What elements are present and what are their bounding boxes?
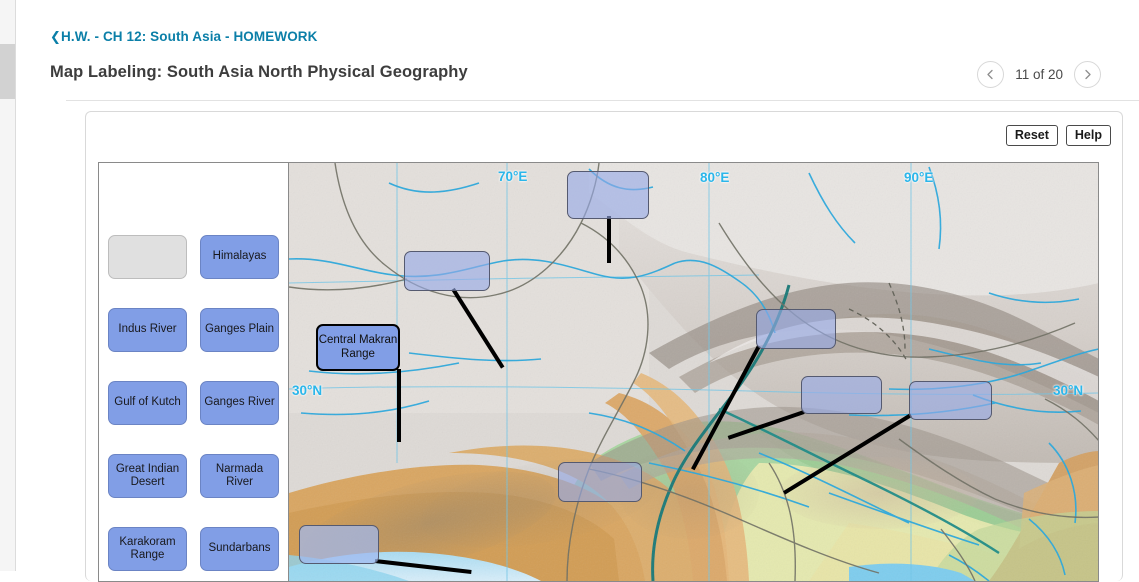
help-button[interactable]: Help — [1065, 125, 1111, 146]
label-bank-row: Gulf of Kutch Ganges River — [108, 381, 280, 425]
graticule-label: 30°N — [292, 383, 323, 398]
header-divider — [66, 100, 1139, 101]
page-title: Map Labeling: South Asia North Physical … — [50, 63, 468, 81]
leader-line — [607, 216, 611, 263]
label-bank-grid: Himalayas Indus River Ganges Plain Gulf of … — [108, 235, 280, 581]
panel-toolbar: Reset Help — [1005, 125, 1111, 146]
activity-panel: Reset Help Himalayas Indus River Ganges Pl… — [85, 111, 1123, 582]
map-image[interactable] — [289, 163, 1098, 581]
pagination: 11 of 20 — [977, 61, 1101, 88]
page-header: ❮H.W. - CH 12: South Asia - HOMEWORK Map… — [16, 0, 1139, 101]
placed-label-central-makran-range[interactable]: Central Makran Range — [316, 324, 400, 371]
label-tile-ganges-plain[interactable]: Ganges Plain — [200, 308, 279, 352]
label-tile-great-indian-desert[interactable]: Great Indian Desert — [108, 454, 187, 498]
target-karakoram[interactable] — [567, 171, 649, 219]
leader-line — [397, 369, 401, 442]
map-labeling-stage: Himalayas Indus River Ganges Plain Gulf of … — [98, 162, 1099, 582]
label-bank-row: Himalayas — [108, 235, 280, 279]
label-tile-sundarbans[interactable]: Sundarbans — [200, 527, 279, 571]
label-bank-row: Indus River Ganges Plain — [108, 308, 280, 352]
target-ganges-plain[interactable] — [801, 376, 882, 414]
label-tile-karakoram-range[interactable]: Karakoram Range — [108, 527, 187, 571]
label-tile-narmada-river[interactable]: Narmada River — [200, 454, 279, 498]
app-root: ❮H.W. - CH 12: South Asia - HOMEWORK Map… — [0, 0, 1139, 582]
graticule-label: 70°E — [498, 169, 528, 184]
target-gulf-of-kutch[interactable] — [299, 525, 379, 564]
target-ganges-river[interactable] — [909, 381, 992, 420]
label-tile-gulf-of-kutch[interactable]: Gulf of Kutch — [108, 381, 187, 425]
breadcrumb-label: H.W. - CH 12: South Asia - HOMEWORK — [61, 29, 318, 44]
graticule-label: 90°E — [904, 170, 934, 185]
next-page-button[interactable] — [1074, 61, 1101, 88]
label-bank-row: Great Indian Desert Narmada River — [108, 454, 280, 498]
graticule-label: 30°N — [1053, 383, 1084, 398]
target-great-indian-desert[interactable] — [558, 462, 642, 502]
target-hindukush[interactable] — [404, 251, 490, 291]
graticule-label: 80°E — [700, 170, 730, 185]
physical-map-graphic — [289, 163, 1098, 581]
reset-button[interactable]: Reset — [1005, 125, 1058, 146]
label-tile-himalayas[interactable]: Himalayas — [200, 235, 279, 279]
label-tile-indus-river[interactable]: Indus River — [108, 308, 187, 352]
page-scrollbar[interactable] — [0, 0, 16, 571]
label-bank-row: Karakoram Range Sundarbans — [108, 527, 280, 571]
chevron-left-icon — [987, 69, 993, 80]
label-tile-ganges-river[interactable]: Ganges River — [200, 381, 279, 425]
label-bank: Himalayas Indus River Ganges Plain Gulf of … — [99, 163, 289, 581]
back-chevron-icon: ❮ — [50, 29, 61, 44]
prev-page-button[interactable] — [977, 61, 1005, 88]
target-himalayas[interactable] — [756, 309, 836, 349]
chevron-right-icon — [1085, 69, 1091, 80]
label-tile-empty-slot — [108, 235, 187, 279]
breadcrumb-back-link[interactable]: ❮H.W. - CH 12: South Asia - HOMEWORK — [50, 29, 318, 45]
page-scrollbar-thumb[interactable] — [0, 44, 15, 99]
page-count-label: 11 of 20 — [1015, 67, 1063, 82]
